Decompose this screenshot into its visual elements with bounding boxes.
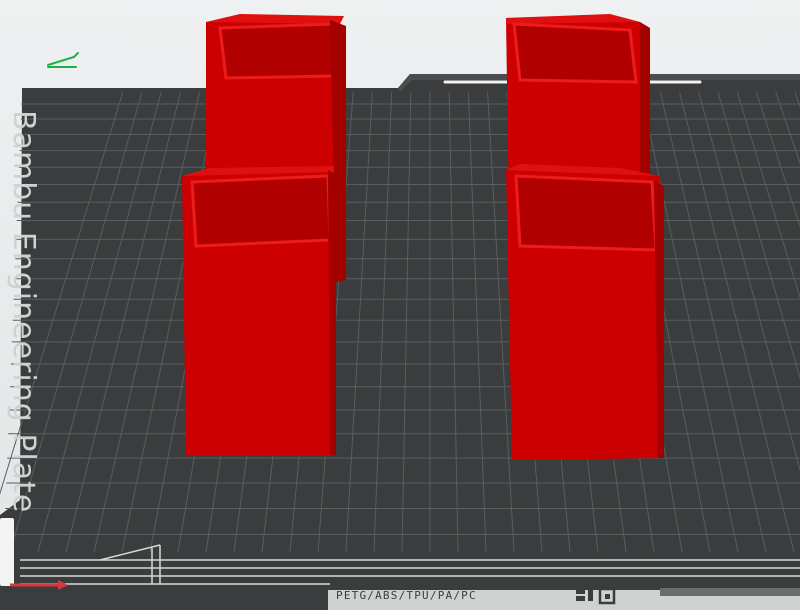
pencil-icon[interactable] (44, 49, 84, 71)
build-plate-scene[interactable] (0, 0, 800, 610)
model-box-front-left[interactable] (182, 166, 336, 456)
3d-viewport[interactable]: Bambu Engineering Plate PETG/ABS/TPU/PA/… (0, 0, 800, 610)
plate-label: Bambu Engineering Plate (6, 110, 41, 514)
model-box-front-right[interactable] (506, 164, 664, 460)
plate-corner-marker (0, 518, 14, 586)
material-list: PETG/ABS/TPU/PA/PC (336, 589, 477, 602)
material-strip-tail (660, 588, 800, 596)
